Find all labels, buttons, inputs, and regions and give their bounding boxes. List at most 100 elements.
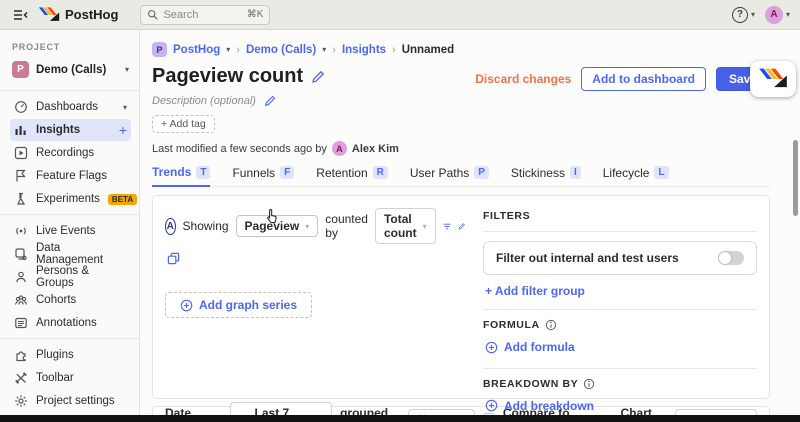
breadcrumb: P PostHog ▾ › Demo (Calls) ▾ › Insights … — [152, 42, 770, 57]
breadcrumb-org[interactable]: PostHog — [173, 44, 220, 56]
sidebar-item-label: Cohorts — [36, 294, 127, 306]
posthog-logo[interactable]: PostHog — [38, 7, 118, 23]
sidebar-item-label: Annotations — [36, 317, 127, 329]
divider — [0, 90, 140, 91]
circle-plus-icon — [180, 299, 193, 312]
toolbar-icon — [14, 371, 28, 385]
sidebar-item-dashboards[interactable]: Dashboards ▾ — [10, 96, 131, 118]
tab-lifecycle[interactable]: LifecycleL — [603, 165, 669, 186]
sidebar-item-label: Dashboards — [36, 101, 115, 113]
test-users-filter-label: Filter out internal and test users — [496, 251, 718, 265]
sidebar-item-data-management[interactable]: Data Management — [10, 243, 131, 265]
tab-key-chip: T — [196, 166, 210, 179]
chevron-down-icon: ▾ — [786, 10, 790, 19]
tab-key-chip: F — [280, 166, 294, 179]
test-users-toggle[interactable] — [718, 251, 744, 265]
add-filter-group-button[interactable]: + Add filter group — [485, 284, 585, 298]
add-formula-button[interactable]: Add formula — [485, 340, 575, 354]
sidebar-item-recordings[interactable]: Recordings — [10, 142, 131, 164]
sidebar-item-annotations[interactable]: Annotations — [10, 312, 131, 334]
new-insight-icon[interactable]: + — [119, 122, 127, 138]
tab-stickiness[interactable]: StickinessI — [511, 165, 581, 186]
scrollbar[interactable] — [793, 140, 798, 216]
sidebar-item-feature-flags[interactable]: Feature Flags — [10, 165, 131, 187]
filters-header: FILTERS — [483, 210, 757, 222]
breakdown-header: BREAKDOWN BY — [483, 378, 578, 390]
tab-retention[interactable]: RetentionR — [316, 165, 388, 186]
copy-series-icon[interactable] — [167, 252, 180, 265]
search-input[interactable]: Search ⌘K — [140, 5, 270, 25]
aggregation-select[interactable]: Total count ▾ — [375, 208, 436, 244]
description-row: Description (optional) — [152, 95, 770, 107]
person-icon — [14, 270, 28, 284]
sidebar-collapse-icon[interactable] — [10, 5, 30, 25]
tab-funnels[interactable]: FunnelsF — [232, 165, 294, 186]
tab-key-chip: L — [654, 166, 668, 179]
sidebar-item-label: Toolbar — [36, 372, 127, 384]
breadcrumb-project[interactable]: Demo (Calls) — [246, 44, 316, 56]
help-icon: ? — [732, 7, 748, 23]
formula-header: FORMULA — [483, 319, 540, 331]
breadcrumb-separator: › — [392, 44, 396, 56]
cohorts-icon — [14, 293, 28, 307]
author-avatar: A — [332, 141, 347, 156]
divider — [483, 309, 757, 310]
last-modified: Last modified a few seconds ago by A Ale… — [152, 141, 770, 156]
series-editor: A Showing Pageview ▾ counted by Total co… — [165, 208, 465, 386]
tab-key-chip: I — [570, 166, 581, 179]
sidebar-item-experiments[interactable]: Experiments BETA — [10, 188, 131, 210]
divider — [0, 338, 140, 339]
chevron-down-icon: ▾ — [423, 222, 427, 231]
live-events-icon — [14, 224, 28, 238]
sidebar-item-cohorts[interactable]: Cohorts — [10, 289, 131, 311]
tab-trends[interactable]: TrendsT — [152, 165, 210, 187]
chevron-down-icon: ▾ — [322, 45, 326, 54]
mouse-cursor-hand — [265, 208, 280, 225]
add-tag-button[interactable]: + Add tag — [152, 115, 215, 133]
project-badge: P — [12, 61, 29, 78]
top-bar: PostHog Search ⌘K ? ▾ A ▾ — [0, 0, 800, 30]
project-switcher[interactable]: P Demo (Calls) ▾ — [10, 59, 131, 86]
flag-icon — [14, 169, 28, 183]
breadcrumb-insights[interactable]: Insights — [342, 44, 386, 56]
tab-user-paths[interactable]: User PathsP — [410, 165, 489, 186]
add-graph-series-button[interactable]: Add graph series — [165, 292, 312, 318]
letterbox-bar — [0, 415, 800, 422]
sidebar-item-project-settings[interactable]: Project settings — [10, 390, 131, 412]
series-filter-icon[interactable] — [443, 220, 451, 233]
sidebar-item-persons-groups[interactable]: Persons & Groups — [10, 266, 131, 288]
sidebar-item-label: Project settings — [36, 395, 127, 407]
sidebar: PROJECT P Demo (Calls) ▾ Dashboards ▾ In… — [0, 30, 140, 422]
counted-by-label: counted by — [325, 212, 368, 240]
account-menu[interactable]: A ▾ — [765, 6, 790, 24]
edit-series-icon[interactable] — [458, 220, 465, 233]
search-shortcut: ⌘K — [247, 9, 264, 20]
circle-plus-icon — [485, 341, 498, 354]
sidebar-item-label: Plugins — [36, 349, 127, 361]
help-menu[interactable]: ? ▾ — [732, 7, 755, 23]
sidebar-item-live-events[interactable]: Live Events — [10, 220, 131, 242]
chevron-down-icon: ▾ — [751, 10, 755, 19]
add-breakdown-button[interactable]: Add breakdown — [485, 399, 594, 413]
edit-description-icon[interactable] — [264, 95, 276, 107]
annotations-icon — [14, 316, 28, 330]
sidebar-item-toolbar[interactable]: Toolbar — [10, 367, 131, 389]
sidebar-item-insights[interactable]: Insights + — [10, 119, 131, 141]
recordings-icon — [14, 146, 28, 160]
sidebar-item-label: Live Events — [36, 225, 127, 237]
insights-icon — [14, 123, 28, 137]
circle-plus-icon — [485, 399, 498, 412]
avatar: A — [765, 6, 783, 24]
add-to-dashboard-button[interactable]: Add to dashboard — [581, 67, 706, 91]
series-badge: A — [165, 218, 176, 235]
sidebar-item-label: Data Management — [36, 242, 127, 266]
beta-badge: BETA — [108, 194, 137, 205]
sidebar-item-label: Insights — [36, 124, 111, 136]
discard-changes-button[interactable]: Discard changes — [475, 72, 571, 86]
sidebar-item-plugins[interactable]: Plugins — [10, 344, 131, 366]
chevron-down-icon: ▾ — [305, 222, 309, 231]
description-placeholder: Description (optional) — [152, 95, 256, 107]
edit-title-icon[interactable] — [311, 70, 325, 84]
gear-icon — [14, 394, 28, 408]
modified-text: Last modified a few seconds ago by — [152, 143, 327, 155]
